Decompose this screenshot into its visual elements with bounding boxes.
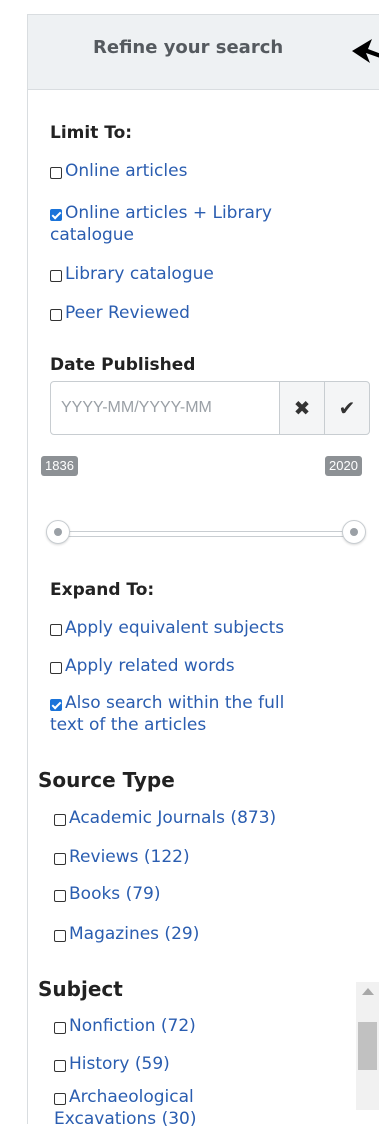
- source-option-academic-journals[interactable]: Academic Journals (873): [54, 807, 276, 829]
- checkbox[interactable]: [54, 1093, 66, 1105]
- panel-title: Refine your search: [93, 37, 284, 58]
- range-min-badge: 1836: [41, 456, 78, 476]
- checkbox[interactable]: [50, 624, 62, 636]
- expand-option-equivalent-subjects[interactable]: Apply equivalent subjects: [50, 617, 284, 639]
- limit-option-peer-reviewed[interactable]: Peer Reviewed: [50, 302, 190, 324]
- limit-option-online-articles[interactable]: Online articles: [50, 160, 187, 182]
- expand-to-heading: Expand To:: [50, 580, 155, 600]
- checkbox[interactable]: [50, 309, 62, 321]
- limit-option-library-catalogue[interactable]: Library catalogue: [50, 263, 214, 285]
- apply-date-button[interactable]: ✔: [324, 381, 370, 435]
- limit-to-heading: Limit To:: [50, 123, 133, 143]
- checkbox[interactable]: [50, 270, 62, 282]
- expand-option-full-text[interactable]: Also search within the full text of the …: [50, 692, 284, 736]
- source-option-books[interactable]: Books (79): [54, 883, 160, 905]
- subject-option-archaeological-excavations[interactable]: Archaeological Excavations (30): [54, 1086, 196, 1130]
- date-slider-min-handle[interactable]: [46, 520, 70, 544]
- panel-header: Refine your search: [28, 14, 379, 90]
- subject-heading: Subject: [38, 977, 123, 1001]
- source-type-heading: Source Type: [38, 768, 175, 792]
- arrow-left-icon: [352, 39, 379, 63]
- checkbox[interactable]: [54, 1022, 66, 1034]
- checkbox[interactable]: [54, 853, 66, 865]
- checkbox[interactable]: [50, 167, 62, 179]
- source-option-magazines[interactable]: Magazines (29): [54, 923, 199, 945]
- checkbox[interactable]: [50, 662, 62, 674]
- expand-option-related-words[interactable]: Apply related words: [50, 655, 235, 677]
- subject-scrollbar[interactable]: [356, 982, 379, 1110]
- clear-date-button[interactable]: ✖: [279, 381, 325, 435]
- subject-option-history[interactable]: History (59): [54, 1053, 170, 1075]
- check-icon: ✔: [338, 396, 356, 420]
- source-option-reviews[interactable]: Reviews (122): [54, 846, 190, 868]
- limit-option-online-plus-library[interactable]: Online articles + Library catalogue: [50, 202, 272, 246]
- subject-option-nonfiction[interactable]: Nonfiction (72): [54, 1015, 196, 1037]
- date-range-input[interactable]: [50, 381, 280, 435]
- checkbox[interactable]: [54, 814, 66, 826]
- checkbox-checked[interactable]: [50, 699, 62, 711]
- checkbox[interactable]: [54, 890, 66, 902]
- checkbox[interactable]: [54, 1060, 66, 1072]
- date-slider-track[interactable]: [52, 531, 364, 537]
- scroll-thumb[interactable]: [358, 1022, 377, 1070]
- checkbox-checked[interactable]: [50, 209, 62, 221]
- scroll-up-arrow-icon[interactable]: [362, 988, 374, 995]
- checkbox[interactable]: [54, 930, 66, 942]
- range-max-badge: 2020: [325, 456, 362, 476]
- close-icon: ✖: [293, 396, 311, 420]
- date-published-heading: Date Published: [50, 355, 196, 375]
- date-slider-max-handle[interactable]: [342, 520, 366, 544]
